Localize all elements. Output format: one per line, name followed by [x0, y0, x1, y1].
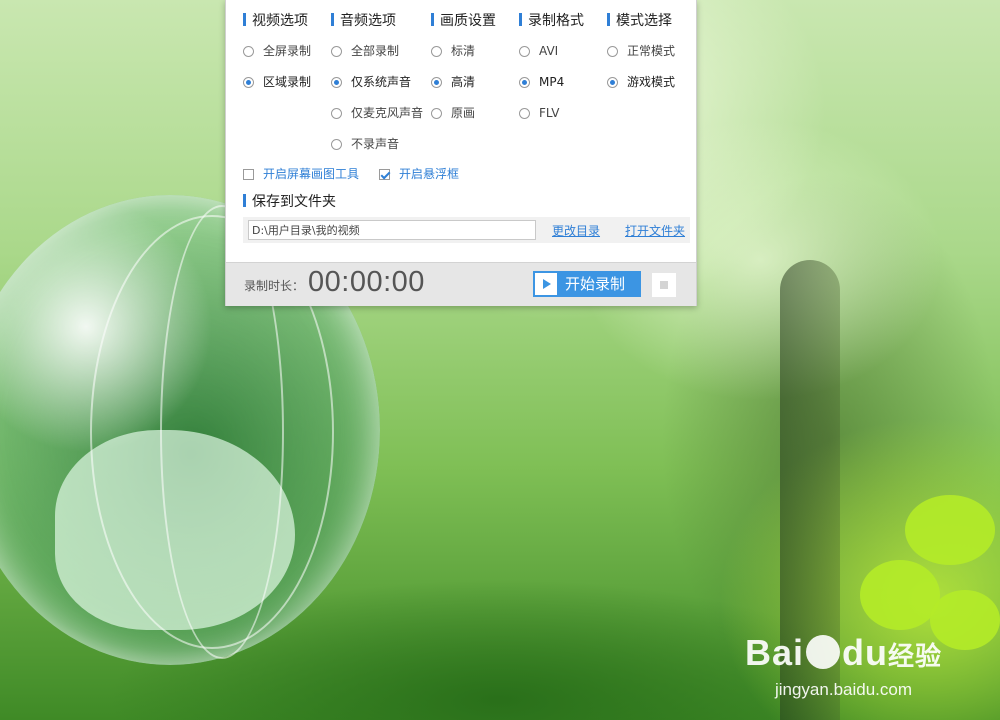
checkbox-label: 开启屏幕画图工具 — [263, 167, 360, 181]
radio-button[interactable] — [431, 77, 442, 88]
radio-label: 仅系统声音 — [351, 75, 412, 89]
radio-button[interactable] — [519, 77, 530, 88]
open-folder-link[interactable]: 打开文件夹 — [625, 222, 685, 239]
radio-label: FLV — [539, 106, 560, 120]
save-path-input[interactable] — [248, 220, 536, 240]
radio-button[interactable] — [519, 108, 530, 119]
radio-option[interactable]: 标清 — [431, 42, 475, 60]
radio-button[interactable] — [607, 46, 618, 57]
radio-option[interactable]: 全屏录制 — [243, 42, 311, 60]
radio-option[interactable]: 游戏模式 — [607, 73, 675, 91]
radio-label: MP4 — [539, 75, 565, 89]
radio-option[interactable]: 仅系统声音 — [331, 73, 411, 91]
leaf — [860, 560, 940, 630]
play-icon — [535, 273, 557, 295]
baidu-jingyan-watermark: Bai du经验 jingyan.baidu.com — [745, 633, 942, 700]
radio-option[interactable]: 原画 — [431, 104, 475, 122]
section-marker — [431, 13, 434, 26]
radio-label: 标清 — [451, 44, 476, 58]
save-path-row: 更改目录 打开文件夹 — [243, 217, 690, 243]
radio-button[interactable] — [431, 108, 442, 119]
recorder-settings-panel: 视频选项全屏录制区域录制 音频选项全部录制仅系统声音仅麦克风声音 不录声音 画质设置标… — [225, 0, 697, 306]
section-marker — [519, 13, 522, 26]
leaf — [905, 495, 995, 565]
radio-button[interactable] — [331, 77, 342, 88]
radio-button[interactable] — [607, 77, 618, 88]
radio-label: 游戏模式 — [627, 75, 676, 89]
radio-button[interactable] — [331, 139, 342, 150]
section-title: 视频选项 — [243, 11, 308, 31]
radio-button[interactable] — [331, 46, 342, 57]
section-title: 音频选项 — [331, 11, 396, 31]
change-directory-link[interactable]: 更改目录 — [552, 222, 600, 239]
section-title: 模式选择 — [607, 11, 672, 31]
section-marker — [243, 13, 246, 26]
radio-label: 不录声音 — [351, 137, 400, 151]
radio-label: 原画 — [451, 106, 476, 120]
radio-label: 全部录制 — [351, 44, 400, 58]
radio-button[interactable] — [243, 77, 254, 88]
checkbox-icon[interactable] — [379, 169, 390, 180]
radio-option[interactable]: 不录声音 — [331, 135, 399, 153]
watermark-url: jingyan.baidu.com — [774, 680, 912, 699]
radio-option[interactable]: 高清 — [431, 73, 475, 91]
radio-label: 高清 — [451, 75, 476, 89]
checkbox-label: 开启悬浮框 — [399, 167, 460, 181]
section-title: 画质设置 — [431, 11, 496, 31]
checkbox-draw-tool[interactable]: 开启屏幕画图工具 — [243, 165, 359, 183]
radio-button[interactable] — [243, 46, 254, 57]
radio-label: 区域录制 — [263, 75, 312, 89]
watermark-logo: Bai du经验 — [744, 632, 942, 673]
radio-option[interactable]: 区域录制 — [243, 73, 311, 91]
section-marker — [607, 13, 610, 26]
section-marker — [243, 194, 246, 207]
radio-label: 全屏录制 — [263, 44, 312, 58]
radio-option[interactable]: 仅麦克风声音 — [331, 104, 423, 122]
save-folder-title: 保存到文件夹 — [243, 192, 336, 212]
radio-label: 正常模式 — [627, 44, 676, 58]
duration-label: 录制时长： — [244, 279, 305, 293]
paw-icon — [806, 635, 840, 669]
radio-button[interactable] — [519, 46, 530, 57]
radio-option[interactable]: 正常模式 — [607, 42, 675, 60]
start-recording-button[interactable]: 开始录制 — [533, 271, 641, 297]
duration-timer: 00:00:00 — [308, 266, 425, 298]
start-recording-label: 开始录制 — [565, 275, 626, 293]
section-marker — [331, 13, 334, 26]
radio-option[interactable]: MP4 — [519, 73, 564, 91]
radio-label: AVI — [539, 44, 559, 58]
section-title: 录制格式 — [519, 11, 584, 31]
radio-button[interactable] — [331, 108, 342, 119]
radio-label: 仅麦克风声音 — [351, 106, 424, 120]
radio-option[interactable]: AVI — [519, 42, 558, 60]
radio-button[interactable] — [431, 46, 442, 57]
radio-option[interactable]: FLV — [519, 104, 559, 122]
checkbox-floating-box[interactable]: 开启悬浮框 — [379, 165, 459, 183]
recording-footer: 录制时长： 00:00:00 开始录制 — [226, 262, 696, 306]
checkbox-icon[interactable] — [243, 169, 254, 180]
radio-option[interactable]: 全部录制 — [331, 42, 399, 60]
stop-recording-button[interactable] — [652, 273, 676, 297]
